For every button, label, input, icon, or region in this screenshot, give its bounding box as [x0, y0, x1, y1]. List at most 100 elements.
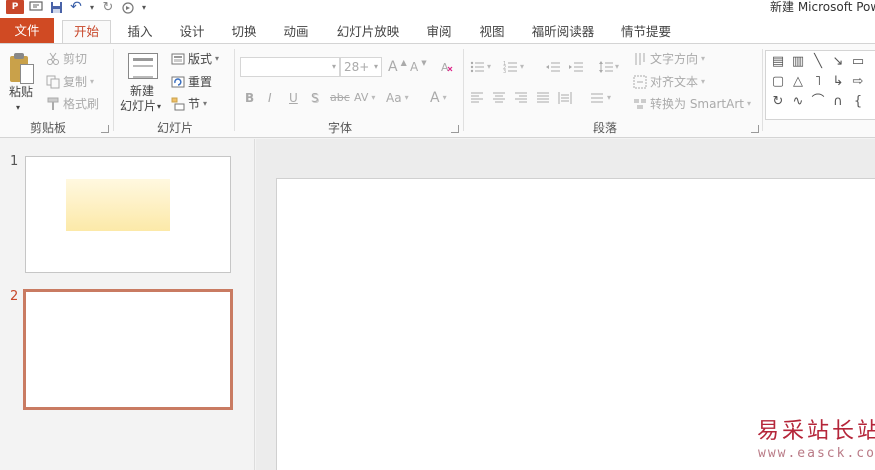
tab-review[interactable]: 审阅: [421, 22, 457, 43]
brace-shape-icon[interactable]: {: [850, 95, 866, 109]
layout-button[interactable]: 版式 ▾: [171, 50, 219, 68]
align-left-button[interactable]: [470, 89, 484, 107]
cut-button[interactable]: 剪切: [46, 50, 87, 68]
tab-animations[interactable]: 动画: [278, 22, 314, 43]
font-color-button[interactable]: A ▾: [430, 89, 447, 107]
justify-button[interactable]: [536, 89, 550, 107]
font-name-dropdown-icon[interactable]: ▾: [332, 58, 336, 76]
font-size-combo[interactable]: 28+ ▾: [340, 57, 382, 77]
rectangle-shape-icon[interactable]: ▭: [850, 55, 866, 69]
character-spacing-button[interactable]: AV ▾: [354, 89, 375, 107]
tab-view[interactable]: 视图: [474, 22, 510, 43]
clear-formatting-button[interactable]: A: [440, 58, 454, 76]
copy-dropdown-icon[interactable]: ▾: [90, 73, 94, 91]
arc-shape-icon[interactable]: ⌒: [810, 95, 826, 109]
tab-insert[interactable]: 插入: [122, 22, 158, 43]
undo-dropdown-icon[interactable]: ▾: [88, 0, 96, 14]
italic-button[interactable]: I: [268, 89, 272, 107]
slide-thumbnail-pane: 1 2: [0, 139, 255, 470]
curved-connector-shape-icon[interactable]: ∿: [790, 95, 806, 109]
quick-access-toolbar: P ↶ ▾ ↻ ▾: [6, 0, 148, 15]
paste-icon: [8, 52, 36, 86]
powerpoint-logo-icon: P: [6, 0, 24, 14]
window-title: 新建 Microsoft Pow: [770, 0, 875, 14]
tab-home[interactable]: 开始: [62, 20, 111, 43]
text-direction-button[interactable]: 文字方向 ▾: [633, 50, 705, 68]
slide-number: 1: [10, 154, 19, 169]
distributed-icon: [558, 91, 572, 105]
align-text-button[interactable]: 对齐文本 ▾: [633, 73, 705, 91]
elbow-arrow-shape-icon[interactable]: ↳: [830, 75, 846, 89]
decrease-indent-icon: [545, 60, 560, 74]
tab-slideshow[interactable]: 幻灯片放映: [334, 22, 402, 43]
tab-foxit-reader[interactable]: 福昕阅读器: [528, 22, 598, 43]
undo-icon[interactable]: ↶: [68, 0, 84, 15]
rounded-rectangle-shape-icon[interactable]: ▢: [770, 75, 786, 89]
underline-button[interactable]: U: [289, 89, 298, 107]
columns-icon: [590, 91, 604, 105]
customize-qat-icon[interactable]: ▾: [140, 0, 148, 14]
format-painter-button[interactable]: 格式刷: [46, 95, 99, 113]
numbering-icon: 123: [503, 60, 517, 75]
tab-design[interactable]: 设计: [174, 22, 210, 43]
bold-button[interactable]: B: [245, 89, 254, 107]
shapes-gallery[interactable]: ▤ ▥ ╲ ↘ ▭ ▢ △ ˥ ↳ ⇨ ↻ ∿ ⌒ ∩ {: [765, 50, 875, 120]
clear-format-icon: A: [440, 60, 454, 74]
clipboard-launcher-icon[interactable]: [101, 125, 109, 133]
line-spacing-icon: [598, 60, 613, 74]
watermark-logo-text: 易采站长站: [757, 419, 875, 444]
slide-thumbnail[interactable]: [25, 156, 231, 273]
font-launcher-icon[interactable]: [451, 125, 459, 133]
right-arrow-shape-icon[interactable]: ⇨: [850, 75, 866, 89]
tab-storyboarding[interactable]: 情节提要: [617, 22, 675, 43]
layout-icon: [171, 52, 185, 66]
line-spacing-button[interactable]: ▾: [598, 58, 619, 76]
bullets-button[interactable]: ▾: [470, 58, 491, 76]
paragraph-launcher-icon[interactable]: [751, 125, 759, 133]
new-slide-icon: [128, 53, 158, 79]
watermark-url: www.easck.com: [758, 446, 875, 461]
font-size-dropdown-icon[interactable]: ▾: [374, 58, 378, 76]
strikethrough-button[interactable]: abc: [330, 89, 350, 107]
text-shadow-button[interactable]: S: [311, 89, 319, 107]
align-right-button[interactable]: [514, 89, 528, 107]
columns-button[interactable]: ▾: [590, 89, 611, 107]
elbow-connector-shape-icon[interactable]: ˥: [810, 75, 826, 89]
line-shape-icon[interactable]: ╲: [810, 55, 826, 69]
curve-shape-icon[interactable]: ∩: [830, 95, 846, 109]
vertical-textbox-shape-icon[interactable]: ▥: [790, 55, 806, 69]
save-icon[interactable]: [48, 0, 64, 14]
tab-file[interactable]: 文件: [0, 18, 54, 43]
start-from-beginning-icon[interactable]: [120, 0, 136, 14]
paste-dropdown-icon[interactable]: ▾: [16, 100, 20, 115]
reset-button[interactable]: 重置: [171, 73, 212, 91]
copy-icon: [46, 75, 60, 89]
tab-transitions[interactable]: 切换: [226, 22, 262, 43]
increase-indent-button[interactable]: [568, 58, 583, 76]
section-button[interactable]: 节 ▾: [171, 95, 207, 113]
copy-button[interactable]: 复制 ▾: [46, 73, 94, 91]
slide-thumbnail-selected[interactable]: [23, 289, 233, 410]
slide-number: 2: [10, 289, 19, 304]
redo-icon[interactable]: ↻: [100, 0, 116, 15]
numbering-button[interactable]: 123 ▾: [503, 58, 524, 76]
present-icon[interactable]: [28, 0, 44, 14]
font-name-combo[interactable]: ▾: [240, 57, 340, 77]
decrease-indent-button[interactable]: [545, 58, 560, 76]
triangle-shape-icon[interactable]: △: [790, 75, 806, 89]
change-case-button[interactable]: Aa ▾: [386, 89, 409, 107]
align-center-button[interactable]: [492, 89, 506, 107]
arrow-line-shape-icon[interactable]: ↘: [830, 55, 846, 69]
distributed-button[interactable]: [558, 89, 572, 107]
new-slide-dropdown-icon[interactable]: ▾: [157, 99, 161, 114]
new-slide-label-line2: 幻灯片: [120, 99, 157, 113]
convert-to-smartart-button[interactable]: 转换为 SmartArt ▾: [633, 95, 751, 113]
textbox-shape-icon[interactable]: ▤: [770, 55, 786, 69]
brush-icon: [46, 97, 60, 111]
reset-icon: [171, 75, 185, 89]
grow-font-button[interactable]: A ▲: [388, 58, 407, 76]
new-slide-label-line1: 新建: [130, 84, 155, 98]
shrink-font-button[interactable]: A ▼: [410, 58, 427, 76]
curved-arrow-shape-icon[interactable]: ↻: [770, 95, 786, 109]
thumbnail-shape: [66, 179, 170, 231]
